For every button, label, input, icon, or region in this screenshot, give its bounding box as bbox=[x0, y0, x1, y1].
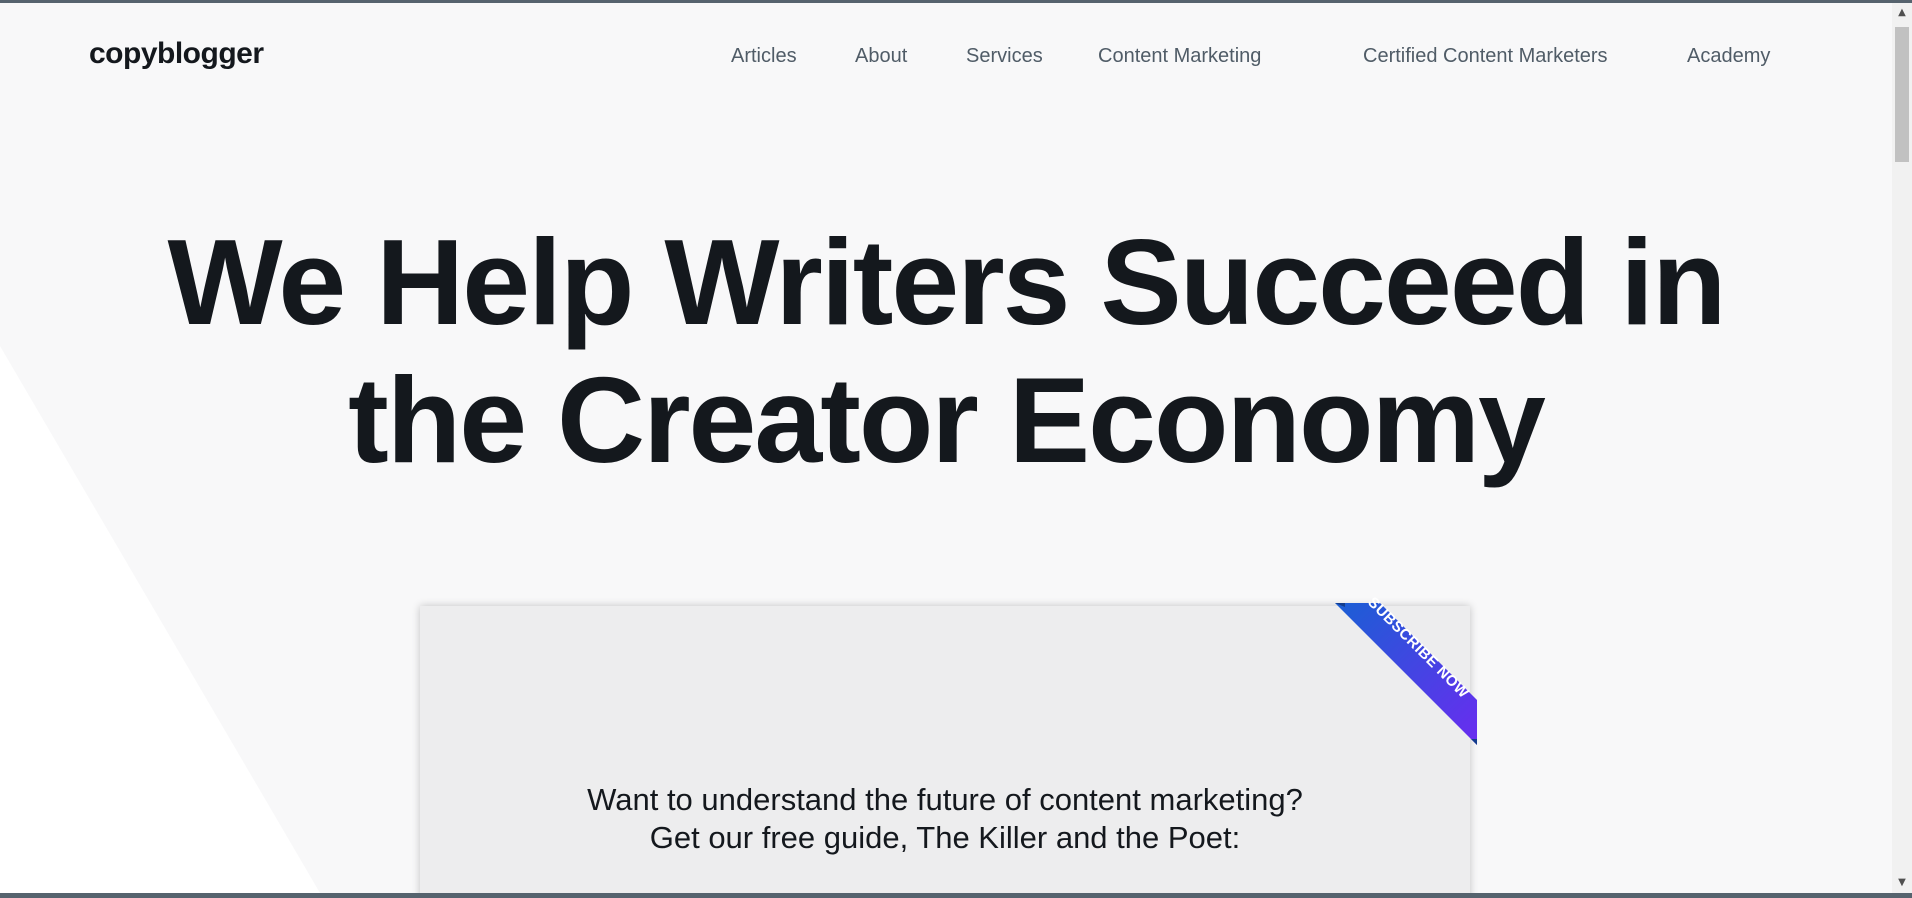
hero-headline-line-2: the Creator Economy bbox=[348, 352, 1546, 488]
nav-certified-content-marketers[interactable]: Certified Content Marketers bbox=[1363, 45, 1608, 68]
main-nav: Articles About Services Content Marketin… bbox=[0, 45, 1892, 75]
window-bottom-border bbox=[0, 893, 1912, 898]
nav-articles[interactable]: Articles bbox=[731, 45, 797, 68]
page: copyblogger Articles About Services Cont… bbox=[0, 3, 1892, 893]
scrollbar-thumb[interactable] bbox=[1895, 27, 1909, 162]
triangle-up-icon[interactable]: ▲ bbox=[1892, 3, 1912, 23]
hero-headline: We Help Writers Succeed in the Creator E… bbox=[0, 213, 1892, 489]
hero-headline-line-1: We Help Writers Succeed in bbox=[167, 214, 1726, 350]
subscribe-ribbon[interactable]: SUBSCRIBE NOW bbox=[1325, 594, 1480, 748]
triangle-down-icon[interactable]: ▼ bbox=[1892, 873, 1912, 893]
subscribe-card-line-2: Get our free guide, The Killer and the P… bbox=[649, 820, 1241, 855]
subscribe-card-text: Want to understand the future of content… bbox=[420, 781, 1470, 857]
vertical-scrollbar[interactable]: ▲ ▼ bbox=[1892, 3, 1912, 893]
nav-services[interactable]: Services bbox=[966, 45, 1043, 68]
nav-about[interactable]: About bbox=[855, 45, 907, 68]
nav-content-marketing[interactable]: Content Marketing bbox=[1098, 45, 1261, 68]
subscribe-card-line-1: Want to understand the future of content… bbox=[587, 782, 1303, 817]
nav-academy[interactable]: Academy bbox=[1687, 45, 1770, 68]
